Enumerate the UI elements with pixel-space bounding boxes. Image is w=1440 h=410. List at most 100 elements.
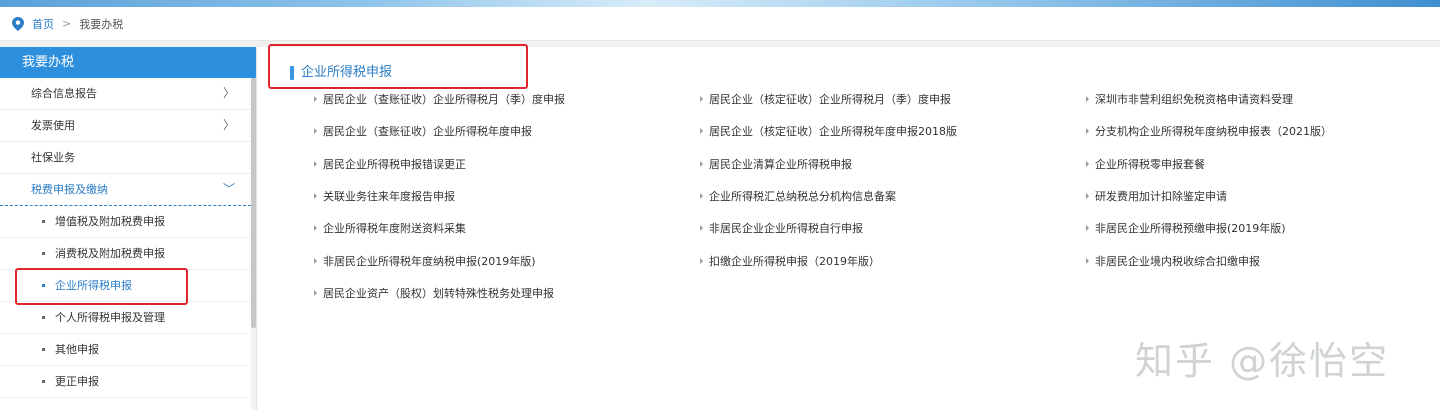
breadcrumb: 首页 > 我要办税 xyxy=(0,7,1440,41)
tax-service-link-label: 研发费用加计扣除鉴定申请 xyxy=(1095,190,1227,203)
tax-service-link[interactable]: 居民企业（查账征收）企业所得税年度申报 xyxy=(314,125,532,139)
sidebar-subitem-label: 企业所得税申报 xyxy=(55,279,132,292)
sidebar-subitem-corporate-income-tax[interactable]: 企业所得税申报 xyxy=(0,270,251,302)
bullet-icon xyxy=(42,380,45,383)
bullet-icon xyxy=(42,316,45,319)
chevron-right-icon: 〉 xyxy=(222,118,235,132)
tax-service-link[interactable]: 企业所得税汇总纳税总分机构信息备案 xyxy=(700,190,896,204)
tax-service-link-label: 居民企业（查账征收）企业所得税月（季）度申报 xyxy=(323,93,565,106)
triangle-right-icon xyxy=(314,290,317,296)
triangle-right-icon xyxy=(314,96,317,102)
tax-service-link-label: 居民企业清算企业所得税申报 xyxy=(709,158,852,171)
tax-service-link-label: 非居民企业所得税年度纳税申报(2019年版) xyxy=(323,255,536,268)
tax-service-link[interactable]: 非居民企业境内税收综合扣缴申报 xyxy=(1086,255,1260,269)
tax-service-link[interactable]: 非居民企业所得税年度纳税申报(2019年版) xyxy=(314,255,536,269)
chevron-down-icon: ﹀ xyxy=(222,182,235,196)
triangle-right-icon xyxy=(314,258,317,264)
tax-service-link[interactable]: 企业所得税年度附送资料采集 xyxy=(314,222,466,236)
triangle-right-icon xyxy=(1086,96,1089,102)
sidebar-subitem-label: 个人所得税申报及管理 xyxy=(55,311,165,324)
tax-service-link-label: 非居民企业企业所得税自行申报 xyxy=(709,222,863,235)
section-title: 企业所得税申报 xyxy=(290,65,392,81)
triangle-right-icon xyxy=(700,225,703,231)
bullet-icon xyxy=(42,252,45,255)
bullet-icon xyxy=(42,348,45,351)
sidebar-subitem-vat[interactable]: 增值税及附加税费申报 xyxy=(0,206,251,238)
sidebar-item-label: 综合信息报告 xyxy=(31,87,97,100)
chevron-right-icon: 〉 xyxy=(222,86,235,100)
bullet-icon xyxy=(42,220,45,223)
tax-service-link[interactable]: 研发费用加计扣除鉴定申请 xyxy=(1086,190,1227,204)
tax-service-link[interactable]: 居民企业所得税申报错误更正 xyxy=(314,158,466,172)
triangle-right-icon xyxy=(1086,258,1089,264)
breadcrumb-current: 我要办税 xyxy=(79,17,124,31)
tax-service-link-label: 居民企业（核定征收）企业所得税月（季）度申报 xyxy=(709,93,951,106)
tax-service-link-label: 企业所得税汇总纳税总分机构信息备案 xyxy=(709,190,896,203)
sidebar-subitem-other-filing[interactable]: 其他申报 xyxy=(0,334,251,366)
tax-service-link[interactable]: 分支机构企业所得税年度纳税申报表（2021版） xyxy=(1086,125,1332,139)
breadcrumb-home-link[interactable]: 首页 xyxy=(32,16,54,32)
sidebar-item-label: 社保业务 xyxy=(31,151,75,164)
tax-service-link[interactable]: 非居民企业所得税预缴申报(2019年版) xyxy=(1086,222,1286,236)
tax-service-link-label: 扣缴企业所得税申报（2019年版） xyxy=(709,255,880,268)
triangle-right-icon xyxy=(700,258,703,264)
bullet-icon xyxy=(42,284,45,287)
tax-service-link[interactable]: 居民企业资产（股权）划转特殊性税务处理申报 xyxy=(314,287,554,301)
sidebar-subitem-label: 消费税及附加税费申报 xyxy=(55,247,165,260)
sidebar-subitem-consumption-tax[interactable]: 消费税及附加税费申报 xyxy=(0,238,251,270)
tax-service-link[interactable]: 企业所得税零申报套餐 xyxy=(1086,158,1205,172)
tax-service-link[interactable]: 扣缴企业所得税申报（2019年版） xyxy=(700,255,880,269)
tax-service-link-label: 分支机构企业所得税年度纳税申报表（2021版） xyxy=(1095,125,1332,138)
triangle-right-icon xyxy=(700,128,703,134)
tax-service-link[interactable]: 居民企业（核定征收）企业所得税年度申报2018版 xyxy=(700,125,957,139)
tax-service-link-label: 非居民企业所得税预缴申报(2019年版) xyxy=(1095,222,1286,235)
sidebar-subitem-personal-income-tax[interactable]: 个人所得税申报及管理 xyxy=(0,302,251,334)
tax-service-link-label: 深圳市非营利组织免税资格申请资料受理 xyxy=(1095,93,1293,106)
tax-service-link[interactable]: 深圳市非营利组织免税资格申请资料受理 xyxy=(1086,93,1293,107)
triangle-right-icon xyxy=(1086,225,1089,231)
sidebar-item-label: 发票使用 xyxy=(31,119,75,132)
sidebar-subitem-correction-filing[interactable]: 更正申报 xyxy=(0,366,251,398)
sidebar-item-label: 税费申报及缴纳 xyxy=(31,183,108,196)
triangle-right-icon xyxy=(700,96,703,102)
tax-service-link[interactable]: 关联业务往来年度报告申报 xyxy=(314,190,455,204)
tax-service-link-label: 企业所得税年度附送资料采集 xyxy=(323,222,466,235)
tax-service-link-label: 居民企业（核定征收）企业所得税年度申报2018版 xyxy=(709,125,957,138)
triangle-right-icon xyxy=(700,193,703,199)
tax-service-link[interactable]: 居民企业（查账征收）企业所得税月（季）度申报 xyxy=(314,93,565,107)
tax-service-link-label: 企业所得税零申报套餐 xyxy=(1095,158,1205,171)
tax-service-link-label: 非居民企业境内税收综合扣缴申报 xyxy=(1095,255,1260,268)
sidebar-subitem-label: 增值税及附加税费申报 xyxy=(55,215,165,228)
tax-service-link-label: 居民企业所得税申报错误更正 xyxy=(323,158,466,171)
tax-service-link-label: 关联业务往来年度报告申报 xyxy=(323,190,455,203)
location-pin-icon xyxy=(12,16,24,31)
top-banner-strip xyxy=(0,0,1440,7)
triangle-right-icon xyxy=(314,128,317,134)
triangle-right-icon xyxy=(314,193,317,199)
sidebar-subitem-label: 其他申报 xyxy=(55,343,99,356)
sidebar: 我要办税 综合信息报告 〉 发票使用 〉 社保业务 税费申报及缴纳 ﹀ 增值税及… xyxy=(0,47,257,410)
triangle-right-icon xyxy=(314,225,317,231)
sidebar-item-info-report[interactable]: 综合信息报告 〉 xyxy=(0,78,251,110)
sidebar-menu: 综合信息报告 〉 发票使用 〉 社保业务 税费申报及缴纳 ﹀ 增值税及附加税费申… xyxy=(0,78,251,398)
triangle-right-icon xyxy=(1086,128,1089,134)
tax-service-link[interactable]: 居民企业清算企业所得税申报 xyxy=(700,158,852,172)
tax-service-link[interactable]: 居民企业（核定征收）企业所得税月（季）度申报 xyxy=(700,93,951,107)
sidebar-item-tax-filing[interactable]: 税费申报及缴纳 ﹀ xyxy=(0,174,251,206)
tax-service-link[interactable]: 非居民企业企业所得税自行申报 xyxy=(700,222,863,236)
sidebar-item-invoice[interactable]: 发票使用 〉 xyxy=(0,110,251,142)
tax-service-link-label: 居民企业资产（股权）划转特殊性税务处理申报 xyxy=(323,287,554,300)
breadcrumb-separator: > xyxy=(62,17,72,30)
watermark-text: 知乎 @徐怡空 xyxy=(1135,339,1390,383)
title-accent-bar xyxy=(290,66,294,80)
triangle-right-icon xyxy=(314,161,317,167)
sidebar-subitem-label: 更正申报 xyxy=(55,375,99,388)
sidebar-item-social-security[interactable]: 社保业务 xyxy=(0,142,251,174)
tax-service-link-label: 居民企业（查账征收）企业所得税年度申报 xyxy=(323,125,532,138)
triangle-right-icon xyxy=(1086,193,1089,199)
scrollbar-thumb[interactable] xyxy=(251,78,256,328)
sidebar-scrollbar[interactable] xyxy=(251,78,256,410)
triangle-right-icon xyxy=(700,161,703,167)
sidebar-title: 我要办税 xyxy=(0,47,256,78)
triangle-right-icon xyxy=(1086,161,1089,167)
